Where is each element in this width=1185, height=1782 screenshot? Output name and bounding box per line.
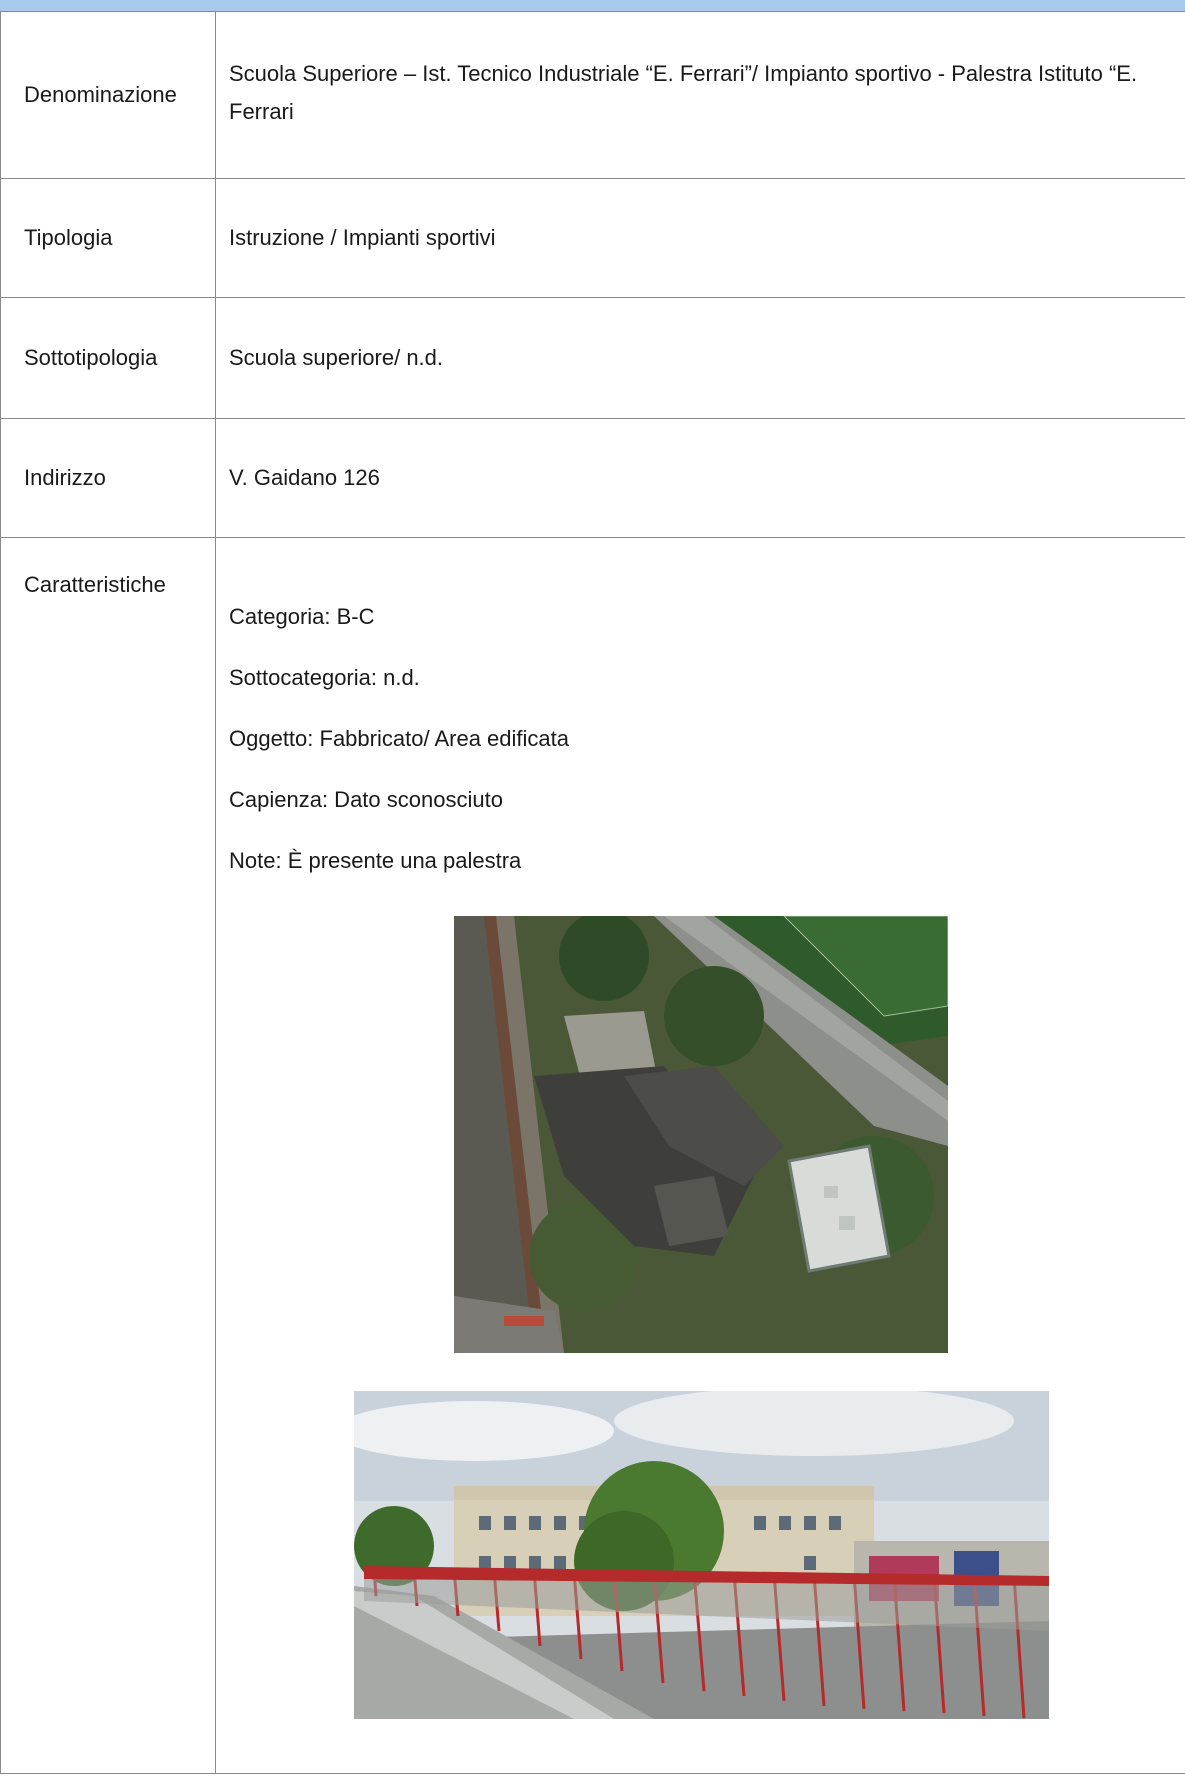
row-label-denominazione: Denominazione <box>0 11 216 179</box>
list-item-note: Note: È presente una palestra <box>229 848 522 873</box>
row-label-caratteristiche: Caratteristiche <box>0 537 216 1774</box>
table-row: Denominazione Scuola Superiore – Ist. Te… <box>0 11 1185 179</box>
row-value-tipologia: Istruzione / Impianti sportivi <box>215 178 1185 298</box>
aerial-photo <box>454 916 948 1353</box>
row-value-denominazione: Scuola Superiore – Ist. Tecnico Industri… <box>215 11 1185 179</box>
row-label-indirizzo: Indirizzo <box>0 418 216 538</box>
table-row: Indirizzo V. Gaidano 126 <box>0 418 1185 538</box>
table-row: Tipologia Istruzione / Impianti sportivi <box>0 178 1185 298</box>
row-label-tipologia: Tipologia <box>0 178 216 298</box>
caratteristiche-list: Categoria: B-C Sottocategoria: n.d. Ogge… <box>229 538 1175 876</box>
list-item-capienza: Capienza: Dato sconosciuto <box>229 787 503 812</box>
list-item-oggetto: Oggetto: Fabbricato/ Area edificata <box>229 726 569 751</box>
list-item-sottocategoria: Sottocategoria: n.d. <box>229 665 420 690</box>
street-photo <box>354 1391 1049 1719</box>
row-value-sottotipologia: Scuola superiore/ n.d. <box>215 297 1185 419</box>
row-value-indirizzo: V. Gaidano 126 <box>215 418 1185 538</box>
row-label-sottotipologia: Sottotipologia <box>0 297 216 419</box>
table-row: Sottotipologia Scuola superiore/ n.d. <box>0 297 1185 419</box>
list-item-categoria: Categoria: B-C <box>229 604 375 629</box>
